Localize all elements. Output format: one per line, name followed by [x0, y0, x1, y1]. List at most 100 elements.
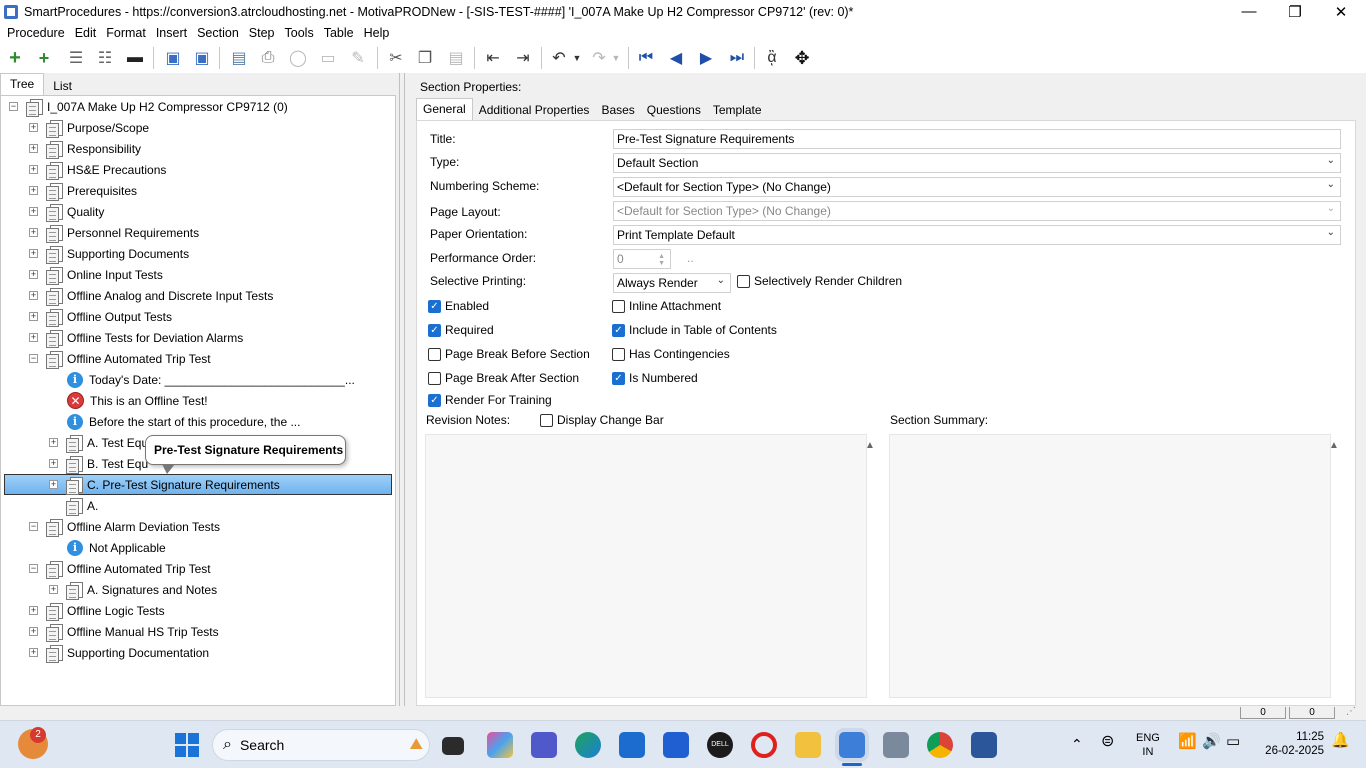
enabled-checkbox[interactable]: ✓ Enabled	[428, 299, 489, 313]
tree-step[interactable]: ✕ This is an Offline Test!	[67, 390, 208, 411]
add-icon[interactable]: +	[5, 47, 25, 69]
tree-item[interactable]: + A. Test Equ	[49, 432, 148, 453]
dell-icon[interactable]: DELL	[707, 732, 733, 758]
tab-general[interactable]: General	[416, 98, 473, 120]
expand-icon[interactable]: +	[29, 144, 38, 153]
expand-icon[interactable]: +	[49, 459, 58, 468]
task-view-icon[interactable]	[442, 737, 464, 755]
word-icon[interactable]	[971, 732, 997, 758]
resize-grip-icon[interactable]: ⋰	[1346, 706, 1364, 720]
expand-icon[interactable]: +	[29, 648, 38, 657]
opera-icon[interactable]	[751, 732, 777, 758]
remote-desktop-icon[interactable]	[883, 732, 909, 758]
store-icon[interactable]	[619, 732, 645, 758]
expand-icon[interactable]: +	[29, 312, 38, 321]
expand-icon[interactable]: +	[29, 606, 38, 615]
tab-tree[interactable]: Tree	[0, 73, 45, 95]
windows-start-icon[interactable]	[175, 733, 199, 757]
checkbox-unchecked[interactable]	[612, 347, 625, 361]
required-checkbox[interactable]: ✓ Required	[428, 323, 494, 337]
orientation-select[interactable]: Print Template Default ⌄	[613, 225, 1341, 245]
list-icon[interactable]: ☰	[66, 48, 86, 68]
tree-item[interactable]: + Quality	[29, 201, 104, 222]
maximize-button[interactable]: ❐	[1272, 0, 1318, 23]
expand-icon[interactable]: +	[29, 249, 38, 258]
refresh-icon[interactable]: ◯	[288, 48, 308, 68]
menu-format[interactable]: Format	[106, 26, 146, 40]
display-change-bar-checkbox[interactable]: Display Change Bar	[540, 413, 664, 427]
collapse-icon[interactable]: −	[9, 102, 18, 111]
first-icon[interactable]: ⏮	[636, 48, 656, 68]
menu-tools[interactable]: Tools	[285, 26, 314, 40]
checkbox-checked[interactable]: ✓	[428, 393, 441, 407]
menu-edit[interactable]: Edit	[75, 26, 97, 40]
include-toc-checkbox[interactable]: ✓ Include in Table of Contents	[612, 323, 777, 337]
page-layout-select[interactable]: <Default for Section Type> (No Change) ⌄	[613, 201, 1341, 221]
cut-icon[interactable]: ✂	[386, 48, 406, 68]
has-contingencies-checkbox[interactable]: Has Contingencies	[612, 347, 730, 361]
expand-icon[interactable]: +	[29, 627, 38, 636]
tree-item[interactable]: + Online Input Tests	[29, 264, 163, 285]
page-break-after-checkbox[interactable]: Page Break After Section	[428, 371, 579, 385]
section-summary-editor[interactable]: ▲	[889, 434, 1339, 698]
expand-icon[interactable]: +	[29, 123, 38, 132]
expand-icon[interactable]: +	[29, 333, 38, 342]
tree-item[interactable]: + HS&E Precautions	[29, 159, 166, 180]
performance-order-ellipsis[interactable]: ..	[687, 251, 694, 265]
battery-icon[interactable]: ▭	[1226, 734, 1240, 749]
scroll-up-icon[interactable]: ▲	[1326, 435, 1342, 455]
selective-printing-select[interactable]: Always Render ⌄	[613, 273, 731, 293]
teams-icon[interactable]	[531, 732, 557, 758]
chevron-up-icon[interactable]: ⌃	[1071, 737, 1083, 751]
scroll-up-icon[interactable]: ▲	[862, 435, 878, 455]
tree-item[interactable]: + A. Signatures and Notes	[49, 579, 217, 600]
performance-order-spinner[interactable]: 0 ▲ ▼	[613, 249, 671, 269]
menu-step[interactable]: Step	[249, 26, 275, 40]
checkbox-unchecked[interactable]	[737, 274, 750, 288]
copilot-icon[interactable]	[487, 732, 513, 758]
tree-item[interactable]: + Offline Output Tests	[29, 306, 172, 327]
menu-help[interactable]: Help	[364, 26, 390, 40]
tree-item[interactable]: + Purpose/Scope	[29, 117, 149, 138]
checkbox-unchecked[interactable]	[428, 371, 441, 385]
tree-item[interactable]: + Offline Tests for Deviation Alarms	[29, 327, 243, 348]
render-for-training-checkbox[interactable]: ✓ Render For Training	[428, 393, 552, 407]
tree-item[interactable]: + B. Test Equ	[49, 453, 148, 474]
publish-icon[interactable]: ▤	[229, 48, 249, 68]
tab-bases[interactable]: Bases	[595, 100, 640, 120]
redo-dropdown-icon[interactable]: ▼	[606, 48, 626, 68]
undo-dropdown-icon[interactable]: ▼	[567, 48, 587, 68]
chrome-icon[interactable]	[927, 732, 953, 758]
copy-icon[interactable]: ❐	[415, 48, 435, 68]
close-button[interactable]: ✕	[1318, 0, 1364, 23]
expand-icon[interactable]: +	[29, 186, 38, 195]
notification-bell-icon[interactable]: 🔔	[1331, 733, 1350, 748]
tree-item[interactable]: + Supporting Documents	[29, 243, 189, 264]
pin-icon[interactable]: ✎	[348, 48, 368, 68]
expand-icon[interactable]: +	[29, 228, 38, 237]
checkbox-checked[interactable]: ✓	[612, 371, 625, 385]
tree-step[interactable]: i Today's Date: _________________________…	[67, 369, 355, 390]
tree-root[interactable]: − I_007A Make Up H2 Compressor CP9712 (0…	[9, 96, 288, 117]
collapse-icon[interactable]: −	[29, 522, 38, 531]
tree-item-selected[interactable]: + C. Pre-Test Signature Requirements	[49, 474, 280, 495]
smartprocedures-taskbar-icon[interactable]	[839, 732, 865, 758]
paste-icon[interactable]: ▤	[446, 48, 466, 68]
collapse-icon[interactable]: −	[29, 564, 38, 573]
previous-icon[interactable]: ◀	[666, 48, 686, 68]
menu-procedure[interactable]: Procedure	[7, 26, 65, 40]
panel-splitter[interactable]	[399, 73, 405, 706]
tab-template[interactable]: Template	[707, 100, 768, 120]
tree-step[interactable]: i Not Applicable	[67, 537, 166, 558]
checkbox-unchecked[interactable]	[428, 347, 441, 361]
selectively-render-children-checkbox[interactable]: Selectively Render Children	[737, 274, 902, 288]
expand-icon[interactable]: +	[29, 270, 38, 279]
tree-item[interactable]: + Prerequisites	[29, 180, 137, 201]
checkbox-unchecked[interactable]	[540, 413, 553, 427]
minimize-button[interactable]: —	[1226, 0, 1272, 23]
tree-item[interactable]: − Offline Automated Trip Test	[29, 558, 211, 579]
revision-notes-editor[interactable]: ▲	[425, 434, 875, 698]
remove-icon[interactable]: ▬	[125, 48, 145, 68]
move-icon[interactable]: ✥	[792, 48, 812, 68]
tree-item[interactable]: + Supporting Documentation	[29, 642, 209, 663]
